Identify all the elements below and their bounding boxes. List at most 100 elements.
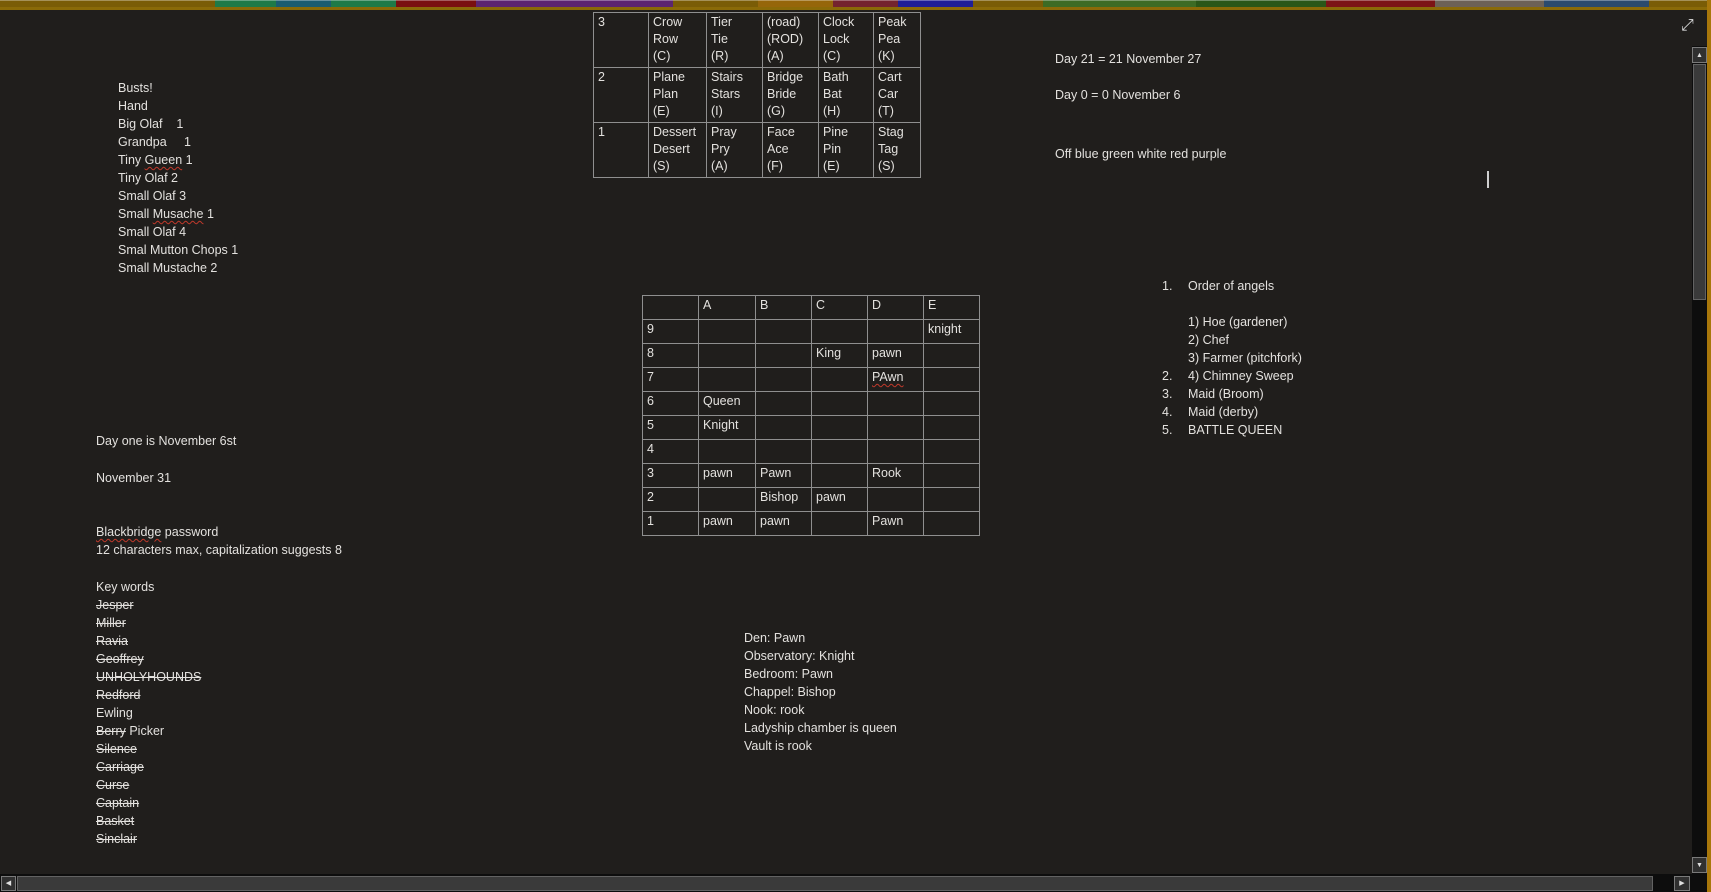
note-line: 5.BATTLE QUEEN — [1162, 421, 1302, 439]
chess-cell: pawn — [699, 512, 756, 536]
chess-row-label: 8 — [643, 344, 699, 368]
vertical-scrollbar-thumb[interactable] — [1693, 64, 1706, 300]
chess-cell — [756, 368, 812, 392]
note-line: Busts! — [118, 79, 238, 97]
scroll-up-button[interactable]: ▲ — [1692, 47, 1707, 63]
chess-cell — [924, 440, 980, 464]
word-cell: Dessert Desert (S) — [649, 123, 707, 178]
chess-cell — [868, 440, 924, 464]
tab-color-segment — [331, 0, 396, 7]
note-line: Observatory: Knight — [744, 647, 897, 665]
tab-color-segment — [215, 0, 276, 7]
scroll-left-button[interactable]: ◀ — [1, 876, 16, 891]
chess-cell — [812, 416, 868, 440]
chess-position-table: A B C D E 9 knight 8 King pawn 7 P — [642, 295, 980, 536]
chess-cell — [699, 488, 756, 512]
chess-cell — [756, 440, 812, 464]
chess-cell — [924, 488, 980, 512]
chess-cell — [924, 416, 980, 440]
scroll-right-icon: ▶ — [1679, 880, 1684, 887]
note-line: Tiny Olaf 2 — [118, 169, 238, 187]
note-line: Small Olaf 4 — [118, 223, 238, 241]
chess-cell — [812, 440, 868, 464]
day-one-note: Day one is November 6st — [96, 432, 236, 450]
note-line: 3) Farmer (pitchfork) — [1162, 349, 1302, 367]
misspelled-word: Gueen — [145, 153, 183, 167]
word-cell: Stag Tag (S) — [874, 123, 921, 178]
expand-icon[interactable]: ⤢ — [1681, 18, 1694, 34]
misspelled-word: PAwn — [872, 370, 904, 384]
horizontal-scrollbar-thumb[interactable] — [17, 876, 1653, 891]
notes-canvas[interactable]: ⤢ Busts! Hand Big Olaf 1 Grandpa 1 Tiny … — [0, 0, 1711, 892]
chess-cell: pawn — [699, 464, 756, 488]
word-row-number: 2 — [594, 68, 649, 123]
chess-cell: pawn — [756, 512, 812, 536]
note-line: Small Musache 1 — [118, 205, 238, 223]
note-line: 3.Maid (Broom) — [1162, 385, 1302, 403]
tab-color-segment — [396, 0, 476, 7]
word-cell: Face Ace (F) — [763, 123, 819, 178]
chess-row-label: 9 — [643, 320, 699, 344]
chess-corner-cell — [643, 296, 699, 320]
chess-cell: Rook — [868, 464, 924, 488]
word-cell: Clock Lock (C) — [819, 13, 874, 68]
note-line: 2.4) Chimney Sweep — [1162, 367, 1302, 385]
note-line: Small Mustache 2 — [118, 259, 238, 277]
tab-color-segment — [0, 0, 215, 7]
chess-cell — [699, 368, 756, 392]
scroll-down-button[interactable]: ▼ — [1692, 857, 1707, 873]
text-caret — [1487, 171, 1489, 188]
word-puzzle-table: 3 Crow Row (C) Tier Tie (R) (road) (ROD)… — [593, 12, 921, 178]
keyword-item: Geoffrey — [96, 650, 201, 668]
word-cell: Peak Pea (K) — [874, 13, 921, 68]
tab-color-segment — [1544, 0, 1649, 7]
keyword-item: Berry Picker — [96, 722, 201, 740]
note-line: 4.Maid (derby) — [1162, 403, 1302, 421]
chess-cell: Pawn — [868, 512, 924, 536]
chess-cell — [699, 344, 756, 368]
chess-row-label: 2 — [643, 488, 699, 512]
chess-cell — [868, 488, 924, 512]
chess-cell: pawn — [868, 344, 924, 368]
note-line — [1162, 295, 1302, 313]
chess-cell — [924, 344, 980, 368]
word-row-number: 1 — [594, 123, 649, 178]
word-cell: Crow Row (C) — [649, 13, 707, 68]
word-cell: Pray Pry (A) — [707, 123, 763, 178]
day21-note: Day 21 = 21 November 27 — [1055, 50, 1201, 68]
tab-color-segment — [1043, 0, 1196, 7]
chess-col-header: B — [756, 296, 812, 320]
chess-col-header: C — [812, 296, 868, 320]
scroll-right-button[interactable]: ▶ — [1674, 876, 1690, 891]
tab-color-strip — [0, 0, 1711, 7]
note-line: Bedroom: Pawn — [744, 665, 897, 683]
note-line: Big Olaf 1 — [118, 115, 238, 133]
word-cell: Tier Tie (R) — [707, 13, 763, 68]
keywords-title: Key words — [96, 578, 201, 596]
chess-cell — [868, 320, 924, 344]
keyword-item: Carriage — [96, 758, 201, 776]
tab-color-segment — [1649, 0, 1711, 7]
chess-cell — [756, 320, 812, 344]
keyword-item: UNHOLYHOUNDS — [96, 668, 201, 686]
word-cell: Bridge Bride (G) — [763, 68, 819, 123]
rooms-note: Den: Pawn Observatory: Knight Bedroom: P… — [744, 629, 897, 755]
chess-cell: King — [812, 344, 868, 368]
word-cell: Stairs Stars (I) — [707, 68, 763, 123]
tab-color-segment — [973, 0, 1043, 7]
top-gold-bar — [0, 7, 1711, 10]
off-colors-note: Off blue green white red purple — [1055, 145, 1226, 163]
tab-color-segment — [1326, 0, 1435, 7]
chess-cell — [868, 416, 924, 440]
chess-cell: PAwn — [868, 368, 924, 392]
keyword-item: Captain — [96, 794, 201, 812]
note-line: Chappel: Bishop — [744, 683, 897, 701]
tab-color-segment — [476, 0, 673, 7]
note-line: 1) Hoe (gardener) — [1162, 313, 1302, 331]
note-line: Tiny Gueen 1 — [118, 151, 238, 169]
word-cell: Cart Car (T) — [874, 68, 921, 123]
chess-cell — [699, 320, 756, 344]
keyword-item: Curse — [96, 776, 201, 794]
chess-row-label: 4 — [643, 440, 699, 464]
busts-note: Busts! Hand Big Olaf 1 Grandpa 1 Tiny Gu… — [118, 79, 238, 277]
